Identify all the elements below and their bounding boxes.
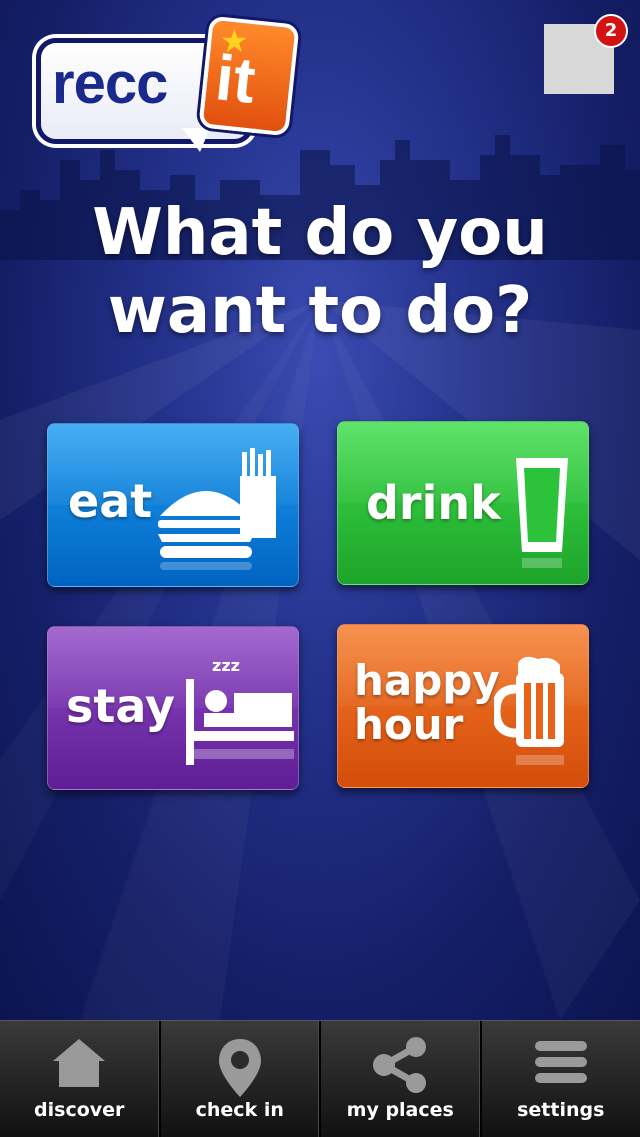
eat-label: eat	[68, 474, 152, 528]
home-icon	[51, 1037, 107, 1089]
svg-text:zzz: zzz	[212, 656, 240, 675]
happy-hour-button[interactable]: happy hour	[337, 624, 589, 788]
happy-hour-label-line2: hour	[354, 703, 500, 747]
tab-check-in-label: check in	[161, 1099, 320, 1121]
tab-check-in[interactable]: check in	[161, 1021, 322, 1137]
happy-hour-label-line1: happy	[354, 659, 500, 703]
notification-badge[interactable]: 2	[594, 14, 628, 48]
location-pin-icon	[217, 1037, 263, 1099]
happy-hour-label: happy hour	[354, 659, 500, 747]
page-title-line2: want to do?	[0, 272, 640, 350]
tab-my-places-label: my places	[321, 1099, 480, 1121]
page-title: What do you want to do?	[0, 194, 640, 350]
menu-icon	[533, 1037, 589, 1087]
stay-button[interactable]: stay zzz	[47, 626, 299, 790]
tab-settings-label: settings	[482, 1099, 640, 1121]
eat-button[interactable]: eat	[47, 423, 299, 587]
page-title-line1: What do you	[0, 194, 640, 272]
bed-icon: zzz	[184, 649, 296, 775]
burger-fries-icon	[156, 446, 296, 574]
drink-button[interactable]: drink	[337, 421, 589, 585]
bottom-tab-bar: discover check in my places settings	[0, 1020, 640, 1137]
tab-settings[interactable]: settings	[482, 1021, 640, 1137]
star-icon: ★	[220, 22, 249, 60]
beer-mug-icon	[494, 653, 578, 773]
stay-label: stay	[66, 679, 175, 733]
tab-discover[interactable]: discover	[0, 1021, 161, 1137]
reccit-logo: recc it ★	[32, 16, 292, 156]
logo-text-recc: recc	[52, 50, 167, 117]
drink-label: drink	[366, 476, 501, 530]
share-icon	[370, 1037, 430, 1093]
logo-bubble-tail	[182, 128, 210, 152]
glass-icon	[512, 454, 572, 574]
tab-discover-label: discover	[0, 1099, 159, 1121]
tab-my-places[interactable]: my places	[321, 1021, 482, 1137]
